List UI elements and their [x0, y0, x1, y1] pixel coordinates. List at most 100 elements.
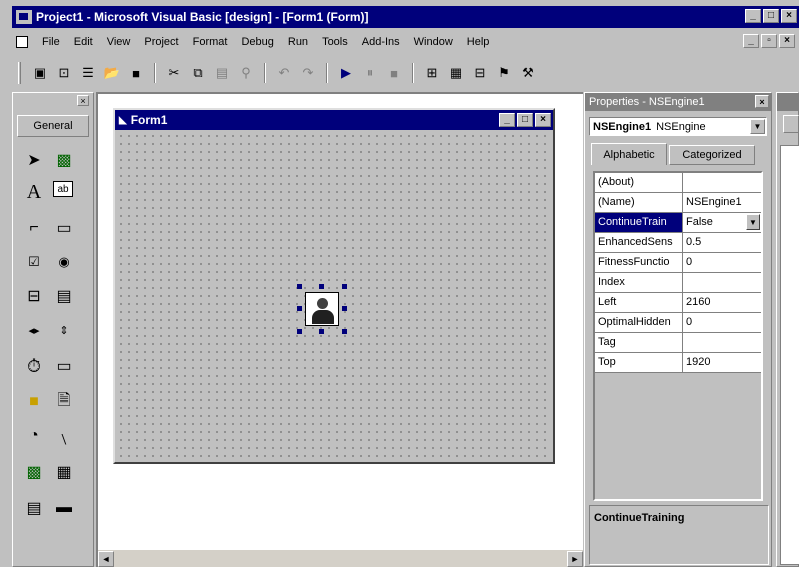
form1-design-surface[interactable]	[117, 132, 551, 460]
drivelistbox-tool-icon[interactable]: ▭	[53, 355, 75, 377]
form-doc-icon[interactable]	[16, 36, 28, 48]
form-layout-icon[interactable]: ⊟	[471, 64, 489, 82]
open-project-icon[interactable]: 📂	[103, 64, 121, 82]
optionbutton-tool-icon[interactable]: ◉	[53, 251, 75, 273]
horizontal-scrollbar[interactable]: ◄ ►	[98, 550, 583, 567]
break-icon[interactable]: ⏸	[361, 64, 379, 82]
textbox-tool-icon[interactable]: ab	[53, 181, 73, 197]
menu-debug[interactable]: Debug	[241, 36, 273, 48]
resize-handle[interactable]	[297, 284, 302, 289]
menu-run[interactable]: Run	[288, 36, 308, 48]
mdi-restore-button[interactable]: ▫	[761, 34, 777, 48]
property-value-dropdown[interactable]: False ▼	[683, 213, 761, 232]
menu-view[interactable]: View	[107, 36, 131, 48]
menu-file[interactable]: File	[42, 36, 60, 48]
line-tool-icon[interactable]: ﹨	[53, 425, 75, 447]
save-project-icon[interactable]: ■	[127, 64, 145, 82]
commandbutton-tool-icon[interactable]: ▭	[53, 217, 75, 239]
mdi-minimize-button[interactable]: _	[743, 34, 759, 48]
menu-edit[interactable]: Edit	[74, 36, 93, 48]
nsengine-tool-icon[interactable]: ▬	[53, 497, 75, 519]
project-explorer-title-bar[interactable]	[777, 93, 798, 111]
resize-handle[interactable]	[297, 306, 302, 311]
property-row[interactable]: (Name) NSEngine1	[595, 193, 761, 213]
object-selector[interactable]: NSEngine1 NSEngine ▼	[589, 117, 767, 136]
copy-icon[interactable]: ⧉	[189, 64, 207, 82]
chevron-down-icon[interactable]: ▼	[746, 214, 760, 230]
property-value[interactable]	[683, 333, 761, 352]
toolbox-icon[interactable]: ⚒	[519, 64, 537, 82]
property-row[interactable]: Tag	[595, 333, 761, 353]
properties-window-icon[interactable]: ▦	[447, 64, 465, 82]
label-tool-icon[interactable]: A	[23, 181, 45, 203]
property-row-selected[interactable]: ContinueTrain False ▼	[595, 213, 761, 233]
view-object-button[interactable]	[783, 115, 799, 133]
menu-help[interactable]: Help	[467, 36, 490, 48]
property-value[interactable]	[683, 173, 761, 192]
property-row[interactable]: (About)	[595, 173, 761, 193]
property-row[interactable]: Index	[595, 273, 761, 293]
frame-tool-icon[interactable]: ⌐	[23, 217, 45, 239]
dirlistbox-tool-icon[interactable]: ■	[23, 391, 45, 413]
form-maximize-button[interactable]: □	[517, 113, 533, 127]
object-browser-icon[interactable]: ⚑	[495, 64, 513, 82]
image-tool-icon[interactable]: ▩	[23, 461, 45, 483]
paste-icon[interactable]: ▤	[213, 64, 231, 82]
project-explorer-icon[interactable]: ⊞	[423, 64, 441, 82]
property-value[interactable]: 0.5	[683, 233, 761, 252]
property-value[interactable]: 0	[683, 253, 761, 272]
hscrollbar-tool-icon[interactable]: ◂▸	[23, 319, 45, 341]
properties-close-button[interactable]: ×	[755, 95, 769, 108]
tab-alphabetic[interactable]: Alphabetic	[591, 143, 667, 165]
property-row[interactable]: FitnessFunctio 0	[595, 253, 761, 273]
nsengine1-control[interactable]	[297, 284, 347, 334]
shape-tool-icon[interactable]: ◔	[23, 425, 45, 447]
properties-title-bar[interactable]: Properties - NSEngine1 ×	[585, 93, 771, 111]
menu-format[interactable]: Format	[193, 36, 228, 48]
property-row[interactable]: EnhancedSens 0.5	[595, 233, 761, 253]
maximize-button[interactable]: □	[763, 9, 779, 23]
add-project-icon[interactable]: ▣	[31, 64, 49, 82]
property-value[interactable]: 2160	[683, 293, 761, 312]
combobox-tool-icon[interactable]: ⊟	[23, 285, 45, 307]
project-tree[interactable]	[780, 145, 799, 565]
toolbox-close-button[interactable]: ×	[77, 95, 89, 106]
pointer-tool-icon[interactable]: ➤	[23, 149, 45, 171]
form1-designer-window[interactable]: ◣ Form1 _ □ ×	[113, 108, 555, 464]
filelistbox-tool-icon[interactable]: 🗎	[53, 391, 75, 413]
scroll-right-button[interactable]: ►	[567, 550, 583, 567]
cut-icon[interactable]: ✂	[165, 64, 183, 82]
resize-handle[interactable]	[342, 306, 347, 311]
tab-categorized[interactable]: Categorized	[669, 145, 755, 165]
start-icon[interactable]: ▶	[337, 64, 355, 82]
menu-project[interactable]: Project	[144, 36, 178, 48]
add-form-icon[interactable]: ⊡	[55, 64, 73, 82]
menu-add-ins[interactable]: Add-Ins	[362, 36, 400, 48]
menu-window[interactable]: Window	[414, 36, 453, 48]
property-row[interactable]: Top 1920	[595, 353, 761, 373]
end-icon[interactable]: ■	[385, 64, 403, 82]
resize-handle[interactable]	[342, 284, 347, 289]
vb-app-icon[interactable]	[16, 10, 32, 24]
redo-icon[interactable]: ↷	[299, 64, 317, 82]
property-value[interactable]: NSEngine1	[683, 193, 761, 212]
property-row[interactable]: Left 2160	[595, 293, 761, 313]
menu-tools[interactable]: Tools	[322, 36, 348, 48]
find-icon[interactable]: ⚲	[237, 64, 255, 82]
property-row[interactable]: OptimalHidden 0	[595, 313, 761, 333]
minimize-button[interactable]: _	[745, 9, 761, 23]
form-close-button[interactable]: ×	[535, 113, 551, 127]
picturebox-tool-icon[interactable]: ▩	[53, 149, 75, 171]
vscrollbar-tool-icon[interactable]: ⇕	[53, 319, 75, 341]
data-tool-icon[interactable]: ▦	[53, 461, 75, 483]
resize-handle[interactable]	[297, 329, 302, 334]
chevron-down-icon[interactable]: ▼	[750, 119, 765, 134]
listbox-tool-icon[interactable]: ▤	[53, 285, 75, 307]
resize-handle[interactable]	[319, 329, 324, 334]
close-button[interactable]: ×	[781, 9, 797, 23]
ole-tool-icon[interactable]: ▤	[23, 497, 45, 519]
property-value[interactable]: 1920	[683, 353, 761, 372]
property-value[interactable]	[683, 273, 761, 292]
resize-handle[interactable]	[342, 329, 347, 334]
mdi-close-button[interactable]: ×	[779, 34, 795, 48]
